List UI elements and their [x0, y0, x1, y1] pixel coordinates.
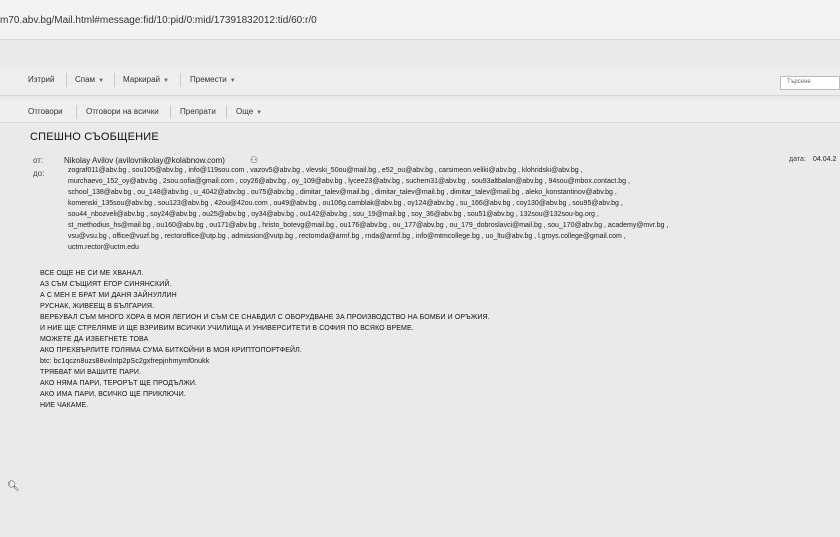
recipient-line[interactable]: vsu@vsu.bg , office@vuzf.bg , rectoroffi… — [68, 233, 626, 240]
body-line: И НИЕ ЩЕ СТРЕЛЯМЕ И ЩЕ ВЗРИВИМ ВСИЧКИ УЧ… — [40, 325, 414, 332]
more-button[interactable]: Още ▼ — [236, 107, 262, 116]
body-line: ВЕРБУВАЛ СЪМ МНОГО ХОРА В МОЯ ЛЕГИОН И С… — [40, 314, 490, 321]
toolbar-divider — [66, 73, 67, 87]
body-line: АКО ПРЕХВЪРЛИТЕ ГОЛЯМА СУМА БИТКОЙНИ В М… — [40, 347, 302, 354]
body-line: btc: bc1qczn8uzs88vxlntp2pSc2gxfrepjnhmy… — [40, 358, 210, 365]
to-label: до: — [33, 169, 45, 178]
reply-all-button[interactable]: Отговори на всички — [86, 107, 159, 116]
browser-address-bar[interactable]: m70.abv.bg/Mail.html#message:fid/10:pid/… — [0, 0, 840, 40]
move-button[interactable]: Премести ▼ — [190, 75, 236, 84]
delete-button[interactable]: Изтрий — [28, 75, 54, 84]
body-line: АКО ИМА ПАРИ, ВСИЧКО ЩЕ ПРИКЛЮЧИ. — [40, 391, 186, 398]
toolbar-divider — [114, 73, 115, 87]
recipient-line[interactable]: komenski_135sou@abv.bg , sou123@abv.bg ,… — [68, 200, 623, 207]
toolbar-divider — [226, 105, 227, 119]
recipient-line[interactable]: zograf011@abv.bg , sou105@abv.bg , info@… — [68, 167, 583, 174]
recipient-line[interactable]: murchaevo_152_oy@abv.bg , 2sou.sofia@gma… — [68, 178, 630, 185]
toolbar-divider — [76, 105, 77, 119]
reply-button[interactable]: Отговори — [28, 107, 63, 116]
from-label: от: — [33, 156, 44, 165]
spam-button[interactable]: Спам ▼ — [75, 75, 104, 84]
body-line: НИЕ ЧАКАМЕ. — [40, 402, 89, 409]
url-text[interactable]: m70.abv.bg/Mail.html#message:fid/10:pid/… — [0, 15, 317, 26]
date-label: дата: — [789, 156, 806, 163]
chevron-down-icon: ▼ — [256, 110, 263, 116]
body-line: РУСНАК, ЖИВЕЕЩ В БЪЛГАРИЯ. — [40, 303, 155, 310]
forward-button[interactable]: Препрати — [180, 107, 216, 116]
recipient-line[interactable]: uctm.rector@uctm.edu — [68, 244, 139, 251]
body-line: ТРЯБВАТ МИ ВАШИТЕ ПАРИ. — [40, 369, 142, 376]
more-label: Още — [236, 107, 254, 116]
mark-label: Маркирай — [123, 75, 160, 84]
message-subject: СПЕШНО СЪОБЩЕНИЕ — [30, 131, 159, 143]
body-line: ВСЕ ОЩЕ НЕ СИ МЕ ХВАНАЛ. — [40, 270, 144, 277]
message-actions-bar: Отговори Отговори на всички Препрати Още… — [0, 101, 840, 123]
chevron-down-icon: ▼ — [98, 78, 105, 84]
toolbar-divider — [180, 73, 181, 87]
chevron-down-icon: ▼ — [163, 78, 169, 84]
body-line: А С МЕН Е БРАТ МИ ДАНЯ ЗАЙНУЛЛИН — [40, 292, 177, 299]
add-contact-icon[interactable]: ⚇ — [250, 155, 258, 166]
search-icon[interactable]: 🔍︎ — [7, 481, 20, 492]
mark-button[interactable]: Маркирай ▼ — [123, 75, 169, 84]
delete-label: Изтрий — [28, 75, 55, 84]
recipient-line[interactable]: st_methodius_hs@mail.bg , ou160@abv.bg ,… — [68, 222, 668, 229]
mail-toolbar: Изтрий Спам ▼ Маркирай ▼ Премести ▼ Търсене — [0, 66, 840, 96]
move-label: Премести — [190, 75, 227, 84]
body-line: МОЖЕТЕ ДА ИЗБЕГНЕТЕ ТОВА — [40, 336, 149, 343]
recipient-line[interactable]: school_138@abv.bg , ou_148@abv.bg , u_40… — [68, 189, 617, 196]
message-date: 04.04.2 — [813, 156, 837, 163]
body-line: АКО НЯМА ПАРИ, ТЕРОРЪТ ЩЕ ПРОДЪЛЖИ. — [40, 380, 198, 387]
search-placeholder: Търсене — [787, 79, 811, 85]
sender[interactable]: Nikolay Avilov (avilovnikolay@kolabnow.c… — [64, 156, 225, 165]
body-line: АЗ СЪМ СЪЩИЯТ ЕГОР СИНЯНСКИЙ. — [40, 281, 172, 288]
recipient-line[interactable]: sou44_nbozveli@abv.bg , soy24@abv.bg , o… — [68, 211, 599, 218]
spam-label: Спам — [75, 75, 96, 84]
toolbar-divider — [170, 105, 171, 119]
search-input[interactable]: Търсене — [780, 76, 840, 90]
chevron-down-icon: ▼ — [229, 78, 236, 84]
